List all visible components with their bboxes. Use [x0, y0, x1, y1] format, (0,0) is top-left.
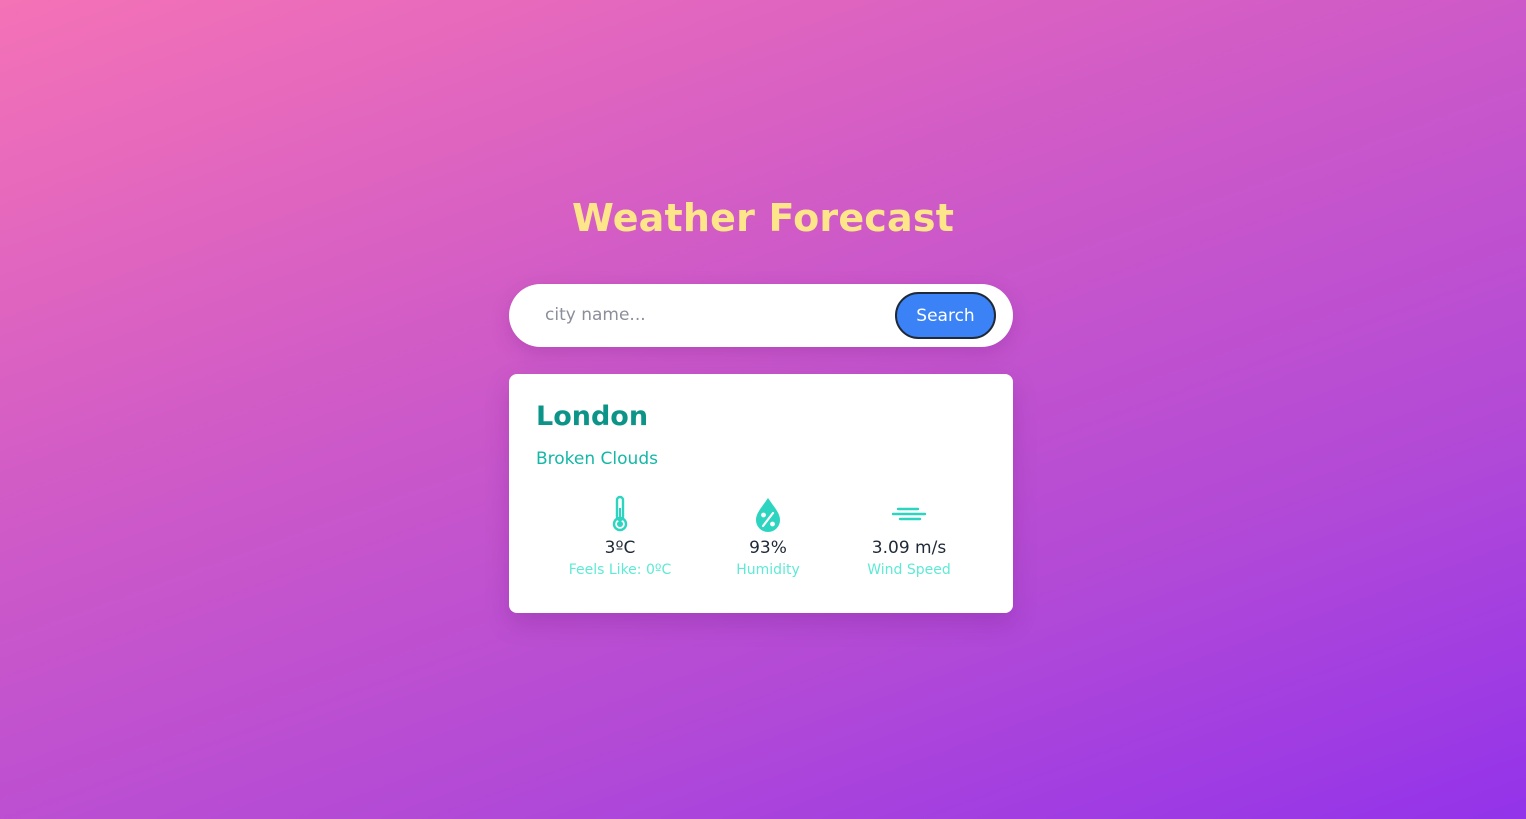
- page-title: Weather Forecast: [571, 196, 955, 240]
- wind-icon: [891, 507, 927, 521]
- feels-like-label: Feels Like: 0ºC: [568, 562, 672, 578]
- search-button[interactable]: Search: [895, 292, 996, 339]
- city-name: London: [536, 401, 649, 432]
- thermometer-icon: [612, 495, 628, 532]
- weather-card: London Broken Clouds 3ºC Feels Like: 0ºC…: [509, 374, 1013, 613]
- humidity-label: Humidity: [736, 562, 800, 578]
- temperature-value: 3ºC: [604, 538, 636, 558]
- city-search-input[interactable]: [529, 296, 884, 334]
- humidity-stat: 93% Humidity: [693, 494, 843, 578]
- humidity-drop-icon: [756, 498, 780, 532]
- temperature-stat: 3ºC Feels Like: 0ºC: [545, 494, 695, 578]
- humidity-value: 93%: [749, 538, 787, 558]
- wind-speed-value: 3.09 m/s: [871, 538, 947, 558]
- wind-stat: 3.09 m/s Wind Speed: [834, 494, 984, 578]
- weather-description: Broken Clouds: [536, 449, 658, 469]
- wind-speed-label: Wind Speed: [867, 562, 951, 578]
- search-bar: Search: [509, 284, 1013, 347]
